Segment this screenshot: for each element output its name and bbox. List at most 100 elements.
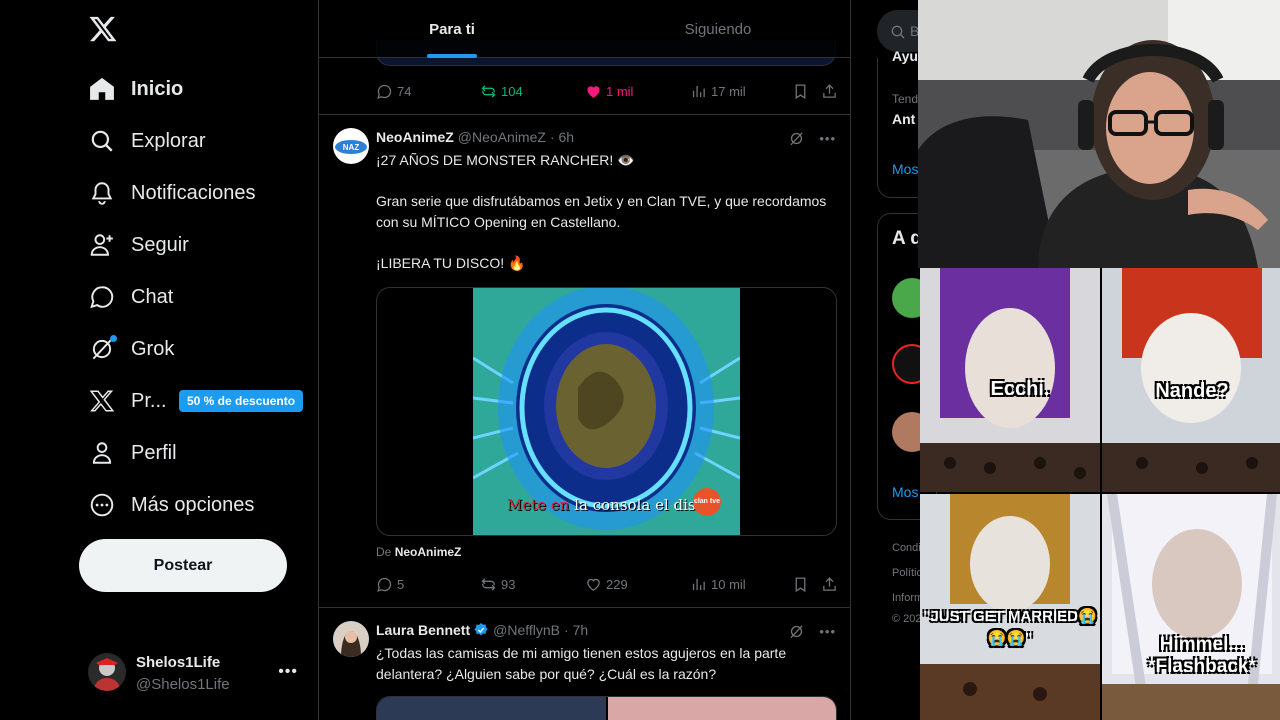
repost-count: 104 [501,83,523,99]
tab-para-ti[interactable]: Para ti [319,0,585,58]
sticker-caption: Nande? [1155,380,1229,402]
footer-copyright: © 202 [892,613,922,625]
profile-icon [88,439,116,467]
nav-label: Seguir [131,233,189,256]
tweet-time[interactable]: · 7h [564,622,588,638]
verified-badge-icon[interactable] [473,622,489,638]
reply-button[interactable]: 5 [376,576,480,593]
nav-item-explorar[interactable]: Explorar [88,121,205,161]
account-name: Shelos1Life [136,654,221,671]
nav-item-mas-opciones[interactable]: Más opciones [88,485,254,525]
author-name[interactable]: Laura Bennett [376,622,470,638]
reply-count: 74 [397,83,412,99]
author-name[interactable]: NeoAnimeZ [376,129,454,145]
trend-text[interactable]: Ant [892,111,915,127]
repost-icon [481,577,496,591]
reply-icon [377,84,392,99]
sticker-caption: Himmel... *Flashback* [1142,634,1262,678]
subtitle-red: Mete en [507,496,570,514]
x-logo-icon [88,387,116,415]
svg-text:NAZ: NAZ [343,143,360,152]
search-icon [88,127,116,155]
author-handle[interactable]: @NeoAnimeZ [458,129,546,145]
video-frame: Mete en la consola el dis clan tve [473,288,740,535]
nav-item-chat[interactable]: Chat [88,277,173,317]
footer-link[interactable]: Condi [892,542,921,554]
reply-button[interactable]: 74 [376,83,480,100]
tab-siguiendo[interactable]: Siguiendo [585,0,850,58]
search-icon [891,25,905,39]
share-actions [792,576,838,593]
avatar [88,653,126,691]
more-icon[interactable]: ••• [819,624,836,639]
share-icon[interactable] [821,576,838,593]
nav-item-premium[interactable]: Pr... [88,381,167,421]
author-handle[interactable]: @NefflynB [493,622,560,638]
nav-label: Pr... [131,389,167,412]
more-options-icon [88,491,116,519]
nav-item-inicio[interactable]: Inicio [88,69,183,109]
repost-button[interactable]: 93 [480,576,585,593]
tweet-video[interactable]: Mete en la consola el dis clan tve [376,287,837,536]
tweet-time[interactable]: · 6h [550,129,574,145]
more-icon[interactable]: ••• [819,131,836,146]
nav-label: Explorar [131,129,206,152]
like-button[interactable]: 229 [585,576,690,593]
follow-icon [88,231,116,259]
nav-label: Más opciones [131,493,255,516]
source-prefix: De [376,545,392,559]
like-button[interactable]: 1 mil [585,83,690,100]
repost-button[interactable]: 104 [480,83,585,100]
reply-count: 5 [397,576,405,592]
previous-tweet-actions: 74 104 1 mil 17 mil [376,81,838,101]
bell-icon [88,179,116,207]
grok-icon[interactable] [788,623,805,640]
footer-link[interactable]: Polític [892,567,922,579]
nav-label: Inicio [131,77,184,100]
home-icon [88,75,116,103]
discount-badge[interactable]: 50 % de descuento [179,390,304,412]
sticker-caption: Ecchi. [990,378,1050,400]
views-icon [692,85,705,97]
tweet-actions: 5 93 229 10 mil [376,574,838,594]
post-button[interactable]: Postear [79,539,287,592]
tweet-header: Laura Bennett @NefflynB · 7h [376,622,588,638]
nav-label: Grok [131,337,175,360]
views-count: 10 mil [711,576,746,592]
clan-tve-logo: clan tve [693,488,721,516]
account-switcher[interactable]: Shelos1Life @Shelos1Life ••• [88,651,306,699]
nav-item-grok[interactable]: Grok [88,329,174,369]
image-right [607,697,836,720]
share-icon[interactable] [821,83,838,100]
bookmark-icon[interactable] [792,576,809,593]
show-more-link[interactable]: Mos [892,161,918,177]
views-button[interactable]: 10 mil [690,576,790,593]
heart-filled-icon [587,85,600,98]
timeline-tabs: Para ti Siguiendo [319,0,850,58]
bookmark-icon[interactable] [792,83,809,100]
tab-label: Siguiendo [684,20,752,38]
tweet-text: Gran serie que disfrutábamos en Jetix y … [376,193,827,230]
grok-icon[interactable] [788,130,805,147]
webcam-overlay [918,0,1280,268]
account-handle: @Shelos1Life [136,676,230,693]
show-more-link[interactable]: Mos [892,484,918,500]
reply-icon [377,577,392,592]
source-name[interactable]: NeoAnimeZ [395,545,462,559]
avatar[interactable] [333,621,369,657]
avatar[interactable]: NAZ [333,128,369,164]
views-button[interactable]: 17 mil [690,83,790,100]
nav-item-seguir[interactable]: Seguir [88,225,189,265]
tweet-text: ¡LIBERA TU DISCO! 🔥 [376,255,526,271]
trend-category: Tend [892,92,919,106]
tweet-text: ¡27 AÑOS DE MONSTER RANCHER! 👁️ [376,152,635,168]
x-logo-icon[interactable] [88,14,118,44]
repost-count: 93 [501,576,516,592]
nav-item-perfil[interactable]: Perfil [88,433,177,473]
footer-link[interactable]: Inform [892,592,923,604]
tweet-image[interactable] [376,696,837,720]
divider [319,607,850,608]
more-icon[interactable]: ••• [278,663,298,681]
trend-text[interactable]: Ayu [892,48,918,64]
nav-item-notificaciones[interactable]: Notificaciones [88,173,256,213]
